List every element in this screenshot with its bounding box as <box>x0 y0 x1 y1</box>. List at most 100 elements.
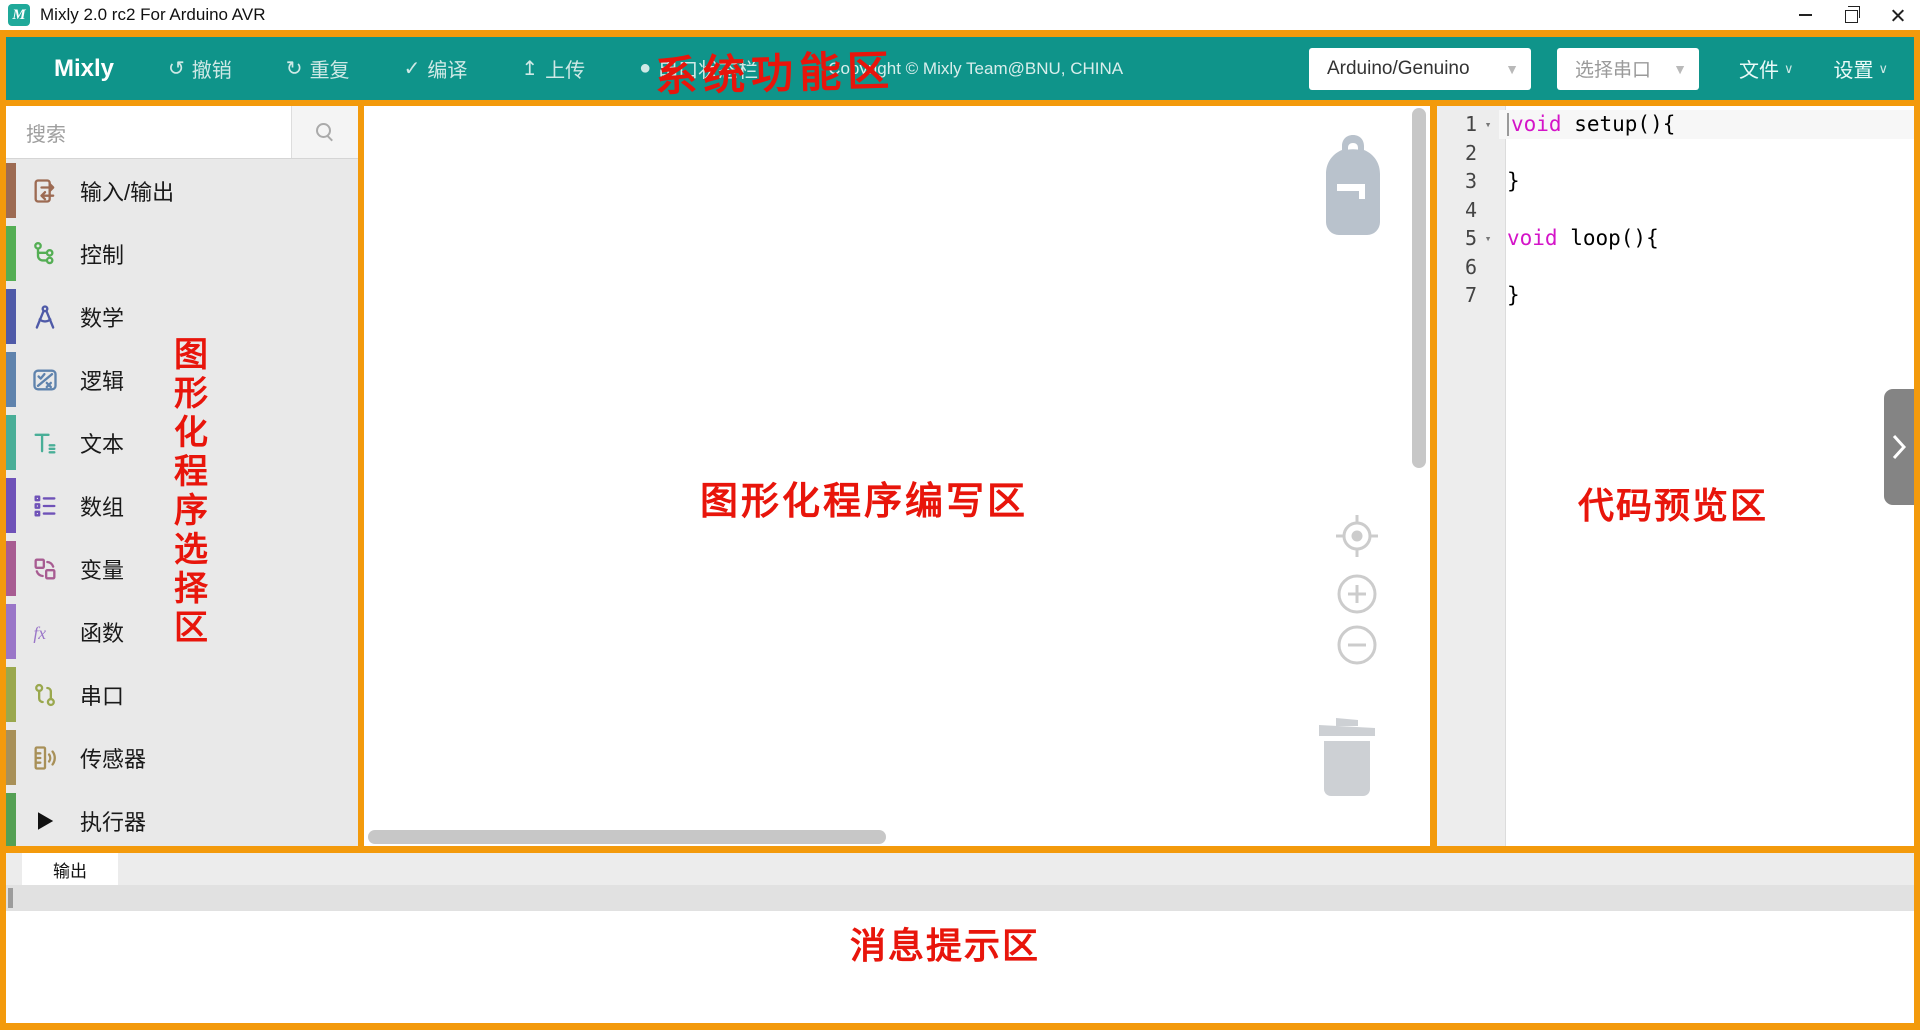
fold-arrow-icon[interactable]: ▾ <box>1477 118 1499 131</box>
vertical-scrollbar[interactable] <box>1412 108 1426 468</box>
toolbar-buttons: ↺ 撤销 ↻重复 ✓编译 ↥上传 ●串口状态栏 <box>114 54 758 83</box>
settings-menu[interactable]: 设置 ∨ <box>1833 54 1888 83</box>
sidebar-item[interactable]: 传感器 <box>6 726 358 789</box>
upload-button[interactable]: ↥上传 <box>521 54 585 83</box>
output-tabbar <box>6 853 1914 885</box>
close-button[interactable] <box>1874 0 1920 30</box>
tab-output[interactable]: 输出 <box>22 853 118 885</box>
category-color-bar <box>6 415 16 470</box>
sidebar-item[interactable]: 文本 <box>6 411 358 474</box>
line-number: 1 <box>1437 112 1477 136</box>
category-label: 控制 <box>80 238 124 270</box>
line-number: 7 <box>1437 283 1477 307</box>
category-label: 传感器 <box>80 742 146 774</box>
category-color-bar <box>6 541 16 596</box>
category-color-bar <box>6 604 16 659</box>
category-color-bar <box>6 163 16 218</box>
mixly-brand[interactable]: Mixly <box>54 55 114 83</box>
search-icon <box>315 122 335 142</box>
toolbar: Mixly ↺ 撤销 ↻重复 ✓编译 ↥上传 ●串口状态栏 Copyright © Mix… <box>6 37 1914 100</box>
sensor-icon <box>30 743 60 773</box>
code-lines: 1▾void setup(){23}45▾void loop(){67} <box>1437 110 1914 310</box>
copyright-text: Copyright © Mixly Team@BNU, CHINA <box>828 59 1123 79</box>
search-input[interactable]: 搜索 <box>6 106 291 158</box>
category-label: 数学 <box>80 301 124 333</box>
block-category-sidebar: 搜索 输入/输出控制数学逻辑文本数组变量 fx函数串口传感器执行器 <box>6 106 358 846</box>
undo-icon: ↺ <box>168 56 185 81</box>
minimize-button[interactable] <box>1782 0 1828 30</box>
search-button[interactable] <box>291 106 358 158</box>
line-number: 3 <box>1437 169 1477 193</box>
serial-icon <box>30 680 60 710</box>
text-icon <box>30 428 60 458</box>
sidebar-item[interactable]: 控制 <box>6 222 358 285</box>
category-list: 输入/输出控制数学逻辑文本数组变量 fx函数串口传感器执行器 <box>6 159 358 852</box>
text-cursor <box>1507 113 1509 136</box>
category-color-bar <box>6 478 16 533</box>
sidebar-item[interactable]: 逻辑 <box>6 348 358 411</box>
output-panel: 输出 <box>6 853 1914 1023</box>
serial-status-button[interactable]: ●串口状态栏 <box>639 54 758 83</box>
sidebar-item[interactable]: 输入/输出 <box>6 159 358 222</box>
actuator-icon <box>30 806 60 836</box>
restore-button[interactable] <box>1828 0 1874 30</box>
code-text <box>1499 139 1914 168</box>
category-color-bar <box>6 667 16 722</box>
category-color-bar <box>6 289 16 344</box>
code-preview-panel: 1▾void setup(){23}45▾void loop(){67} <box>1437 106 1914 846</box>
category-color-bar <box>6 352 16 407</box>
undo-label: 撤销 <box>192 54 232 83</box>
category-label: 变量 <box>80 553 124 585</box>
category-color-bar <box>6 226 16 281</box>
math-icon <box>30 302 60 332</box>
upload-label: 上传 <box>545 54 585 83</box>
undo-button[interactable]: ↺ 撤销 <box>168 54 232 83</box>
sidebar-item[interactable]: 执行器 <box>6 789 358 852</box>
category-label: 执行器 <box>80 805 146 837</box>
compile-icon: ✓ <box>404 56 421 81</box>
blockly-workspace[interactable] <box>364 106 1430 846</box>
code-text <box>1499 196 1914 225</box>
code-line: 4 <box>1437 196 1914 225</box>
compile-button[interactable]: ✓编译 <box>404 54 468 83</box>
panel-collapse-handle[interactable] <box>1884 389 1914 505</box>
sidebar-item[interactable]: fx函数 <box>6 600 358 663</box>
caret-down-icon: ▼ <box>1673 61 1687 77</box>
zoom-out-icon[interactable] <box>1335 623 1379 672</box>
category-color-bar <box>6 793 16 848</box>
category-label: 逻辑 <box>80 364 124 396</box>
category-label: 输入/输出 <box>80 175 174 207</box>
code-line: 2 <box>1437 139 1914 168</box>
code-text: } <box>1499 167 1914 196</box>
close-icon <box>1890 8 1905 23</box>
function-icon: fx <box>30 617 60 647</box>
line-number: 6 <box>1437 255 1477 279</box>
line-number: 4 <box>1437 198 1477 222</box>
sidebar-item[interactable]: 数组 <box>6 474 358 537</box>
frame-divider-toolbar <box>0 100 1920 106</box>
code-line: 7} <box>1437 281 1914 310</box>
variable-icon <box>30 554 60 584</box>
sidebar-item[interactable]: 数学 <box>6 285 358 348</box>
code-text: } <box>1499 281 1914 310</box>
zoom-in-icon[interactable] <box>1335 572 1379 621</box>
trash-icon[interactable] <box>1316 712 1378 803</box>
code-line: 3} <box>1437 167 1914 196</box>
frame-border-left <box>0 30 6 1030</box>
code-text <box>1499 253 1914 282</box>
backpack-icon[interactable] <box>1316 132 1390 243</box>
redo-button[interactable]: ↻重复 <box>286 54 350 83</box>
board-select[interactable]: Arduino/Genuino ▼ <box>1309 48 1531 90</box>
horizontal-scrollbar[interactable] <box>368 830 886 844</box>
code-line: 1▾void setup(){ <box>1437 110 1914 139</box>
logic-icon <box>30 365 60 395</box>
caret-down-icon: ▼ <box>1505 61 1519 77</box>
frame-border-bottom <box>0 1023 1920 1030</box>
center-view-icon[interactable] <box>1332 511 1382 566</box>
sidebar-item[interactable]: 串口 <box>6 663 358 726</box>
fold-arrow-icon[interactable]: ▾ <box>1477 232 1499 245</box>
compile-label: 编译 <box>427 54 467 83</box>
port-select[interactable]: 选择串口 ▼ <box>1557 48 1699 90</box>
file-menu[interactable]: 文件 ∨ <box>1739 54 1794 83</box>
sidebar-item[interactable]: 变量 <box>6 537 358 600</box>
